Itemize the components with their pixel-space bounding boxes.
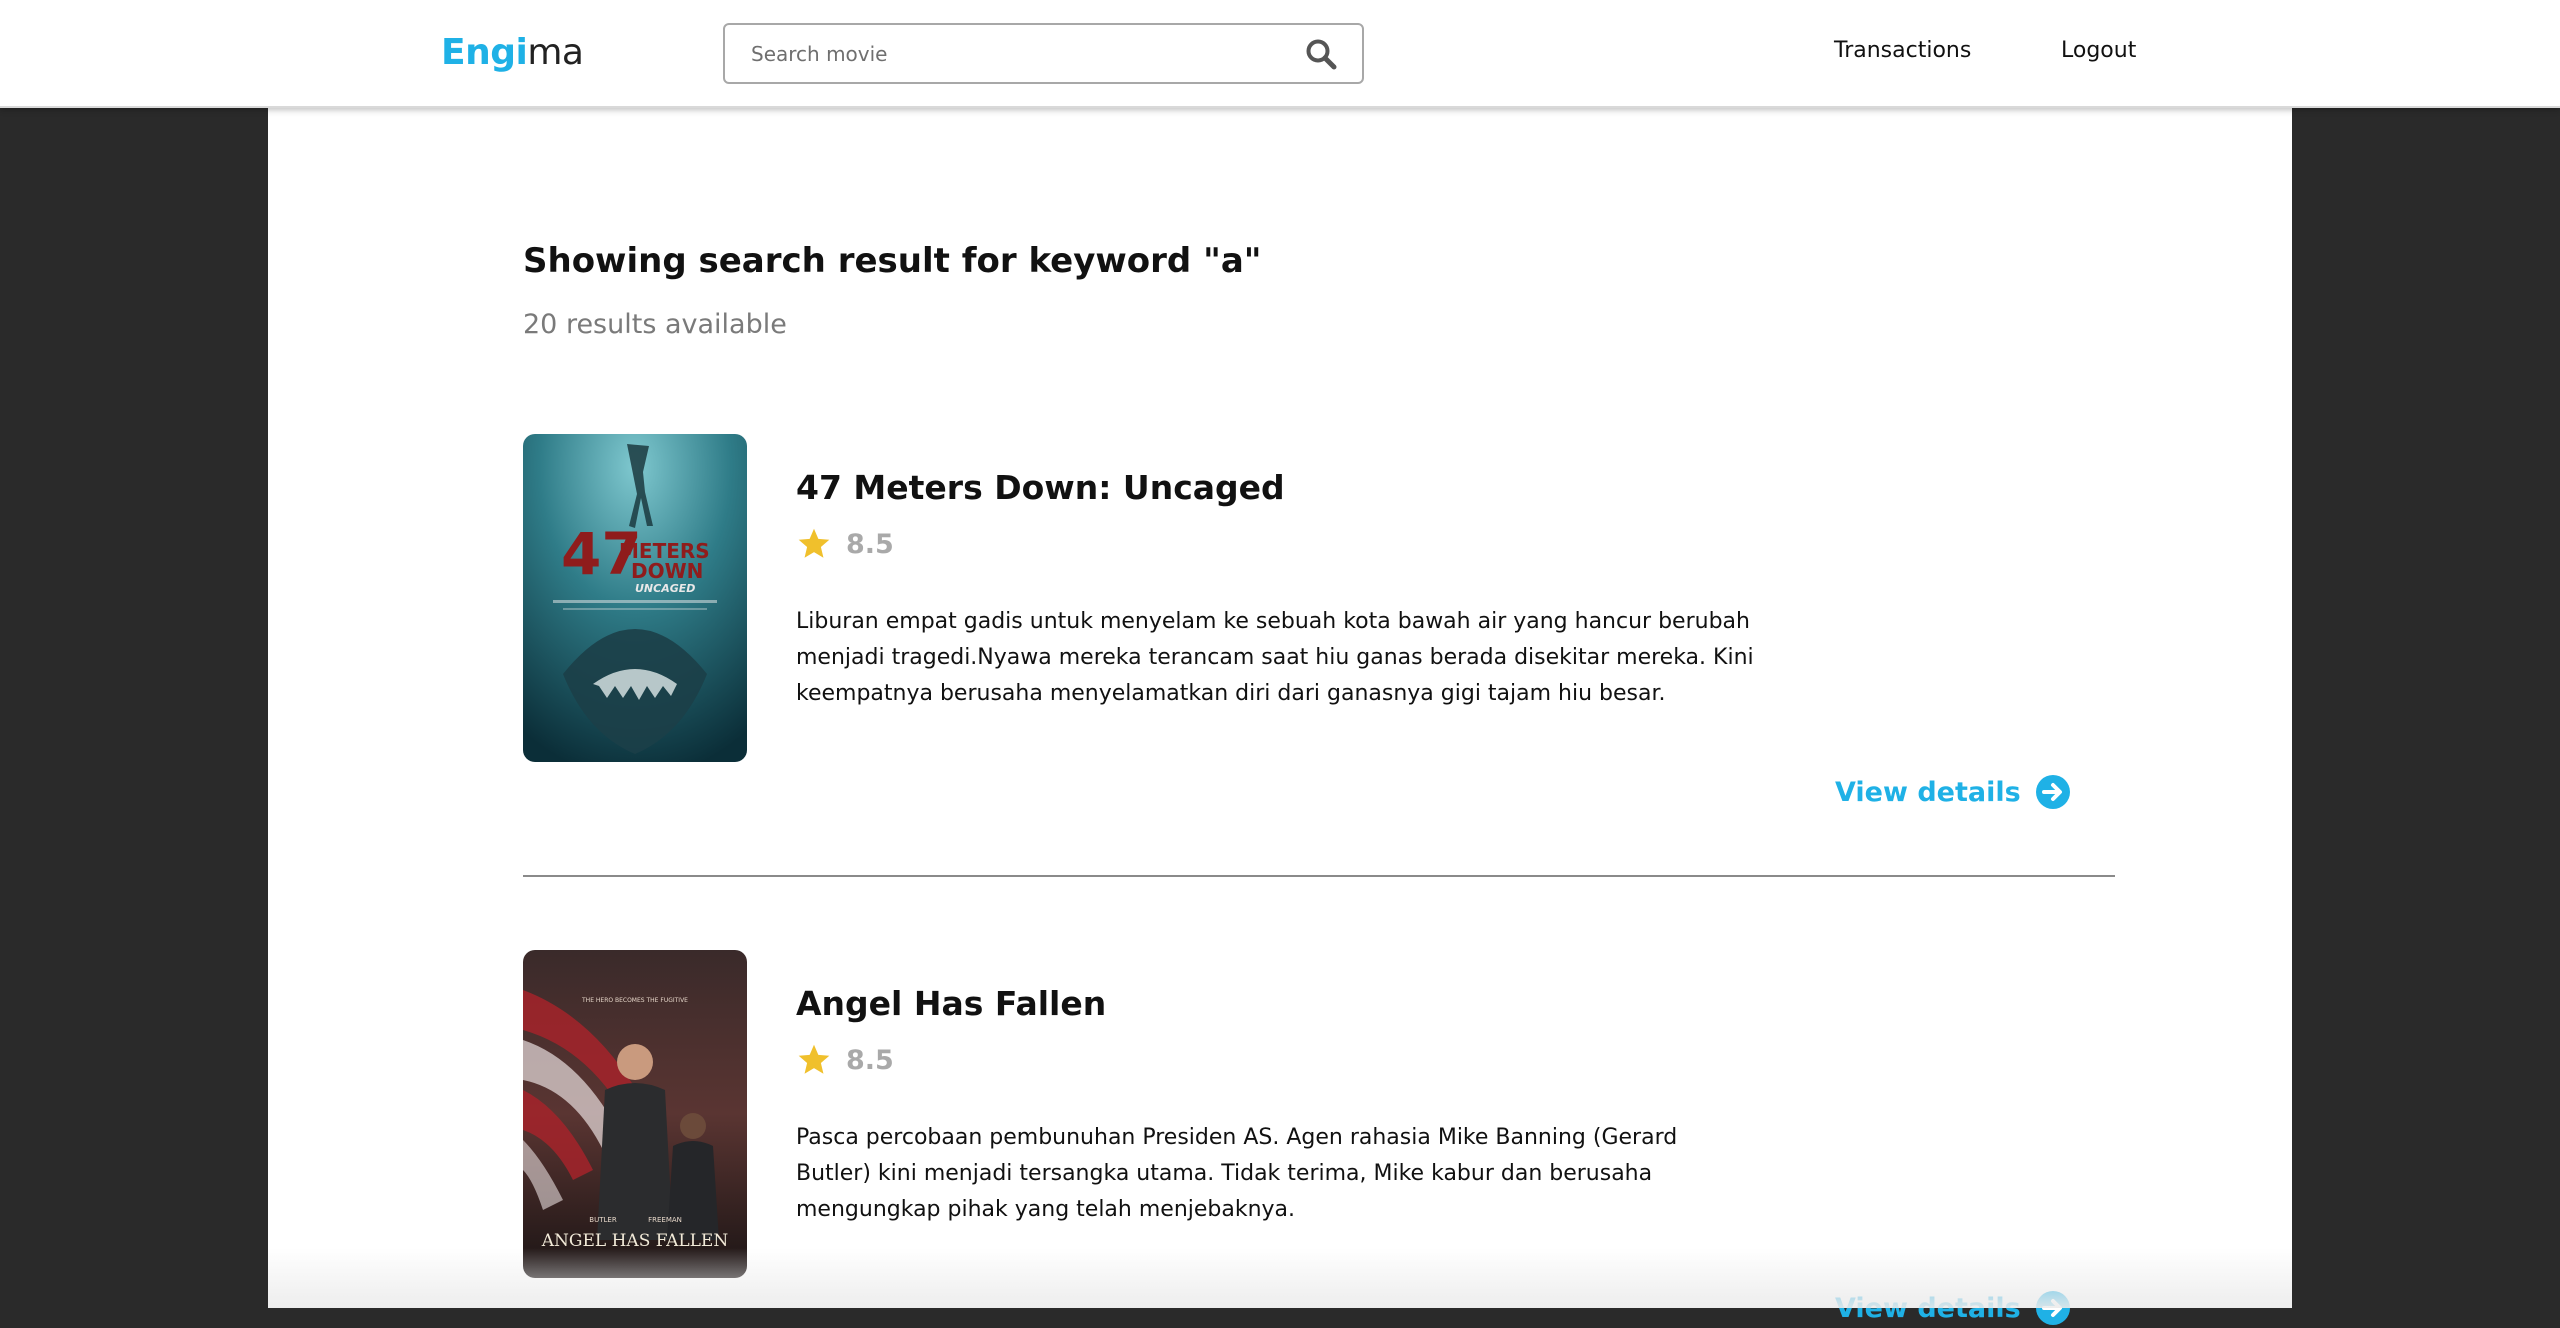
app-logo[interactable]: Engima xyxy=(441,32,584,73)
view-details-label: View details xyxy=(1835,1292,2021,1324)
star-icon xyxy=(798,1044,830,1074)
arrow-right-circle-icon xyxy=(2035,775,2070,809)
poster-image-angel-has-fallen: THE HERO BECOMES THE FUGITIVE BUTLER FRE… xyxy=(523,950,747,1278)
results-count: 20 results available xyxy=(523,309,787,340)
poster-text-mid: DOWN xyxy=(631,559,703,583)
rating-score: 8.5 xyxy=(846,1044,894,1076)
logo-rest-text: ma xyxy=(527,32,584,73)
search-icon[interactable] xyxy=(1304,37,1338,71)
poster-actor-name-1: BUTLER xyxy=(589,1216,617,1224)
movie-poster[interactable]: 47 METERS DOWN UNCAGED xyxy=(523,434,747,762)
search-box xyxy=(723,23,1364,84)
movie-title[interactable]: 47 Meters Down: Uncaged xyxy=(796,468,1285,507)
poster-tagline: THE HERO BECOMES THE FUGITIVE xyxy=(581,997,688,1004)
poster-title-text: ANGEL HAS FALLEN xyxy=(541,1231,729,1251)
star-icon xyxy=(798,528,830,558)
view-details-link[interactable]: View details xyxy=(1835,772,2071,812)
poster-text-sub: UNCAGED xyxy=(635,582,695,595)
poster-actor-name-2: FREEMAN xyxy=(648,1216,682,1224)
nav-logout-link[interactable]: Logout xyxy=(2061,38,2136,63)
logo-accent-text: Engi xyxy=(441,32,528,73)
movie-poster[interactable]: THE HERO BECOMES THE FUGITIVE BUTLER FRE… xyxy=(523,950,747,1278)
movie-title[interactable]: Angel Has Fallen xyxy=(796,984,1106,1023)
movie-synopsis: Pasca percobaan pembunuhan Presiden AS. … xyxy=(796,1125,1678,1222)
movie-rating: 8.5 xyxy=(796,524,894,564)
arrow-right-circle-icon xyxy=(2035,1291,2070,1325)
view-details-label: View details xyxy=(1835,776,2021,808)
view-details-link[interactable]: View details xyxy=(1835,1288,2071,1328)
search-result-heading: Showing search result for keyword "a" xyxy=(523,241,1262,281)
search-input[interactable] xyxy=(751,25,1271,82)
top-navbar: Engima Transactions Logout xyxy=(0,0,2560,108)
movie-rating: 8.5 xyxy=(796,1040,894,1080)
results-divider xyxy=(523,875,2115,877)
rating-score: 8.5 xyxy=(846,528,894,560)
main-content: Showing search result for keyword "a" 20… xyxy=(268,108,2292,1325)
movie-synopsis: Liburan empat gadis untuk menyelam ke se… xyxy=(796,609,1754,706)
poster-image-47-meters-down: 47 METERS DOWN UNCAGED xyxy=(523,434,747,762)
nav-transactions-link[interactable]: Transactions xyxy=(1834,38,1971,63)
